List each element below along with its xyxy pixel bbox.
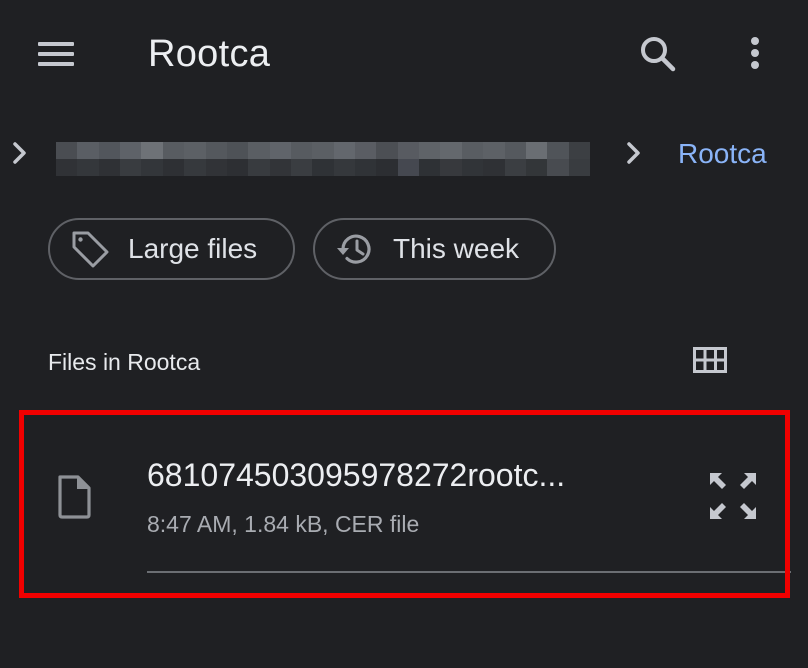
expand-icon (710, 473, 756, 519)
files-app-screen: Rootca Rootca Large files This week File… (0, 0, 808, 668)
more-vert-icon (751, 37, 759, 69)
breadcrumb: Rootca (0, 128, 808, 178)
expand-preview-button[interactable] (704, 467, 762, 525)
page-title: Rootca (148, 33, 271, 75)
grid-view-toggle[interactable] (686, 340, 734, 380)
more-options-button[interactable] (730, 28, 782, 80)
menu-button[interactable] (28, 30, 84, 78)
top-app-bar: Rootca (0, 0, 808, 110)
file-meta: 8:47 AM, 1.84 kB, CER file (147, 511, 420, 537)
chevron-right-icon (627, 142, 640, 164)
chip-label: Large files (128, 233, 258, 264)
tag-icon (68, 227, 112, 271)
chip-label: This week (393, 233, 520, 264)
chip-large-files[interactable]: Large files (48, 218, 295, 280)
filter-chips: Large files This week (48, 218, 556, 284)
file-list-item[interactable]: 681074503095978272rootc... 8:47 AM, 1.84… (24, 415, 808, 593)
chip-this-week[interactable]: This week (313, 218, 556, 280)
section-title: Files in Rootca (48, 349, 201, 375)
breadcrumb-parent-path-redacted[interactable] (56, 142, 590, 176)
search-icon (641, 37, 676, 72)
breadcrumb-current-folder[interactable]: Rootca (678, 136, 767, 172)
grid-view-icon (693, 347, 727, 373)
file-name: 681074503095978272rootc... (147, 457, 566, 493)
chevron-right-icon (13, 142, 26, 164)
history-icon (333, 227, 377, 271)
search-button[interactable] (632, 28, 684, 80)
list-divider (147, 571, 791, 573)
file-icon (58, 475, 91, 519)
